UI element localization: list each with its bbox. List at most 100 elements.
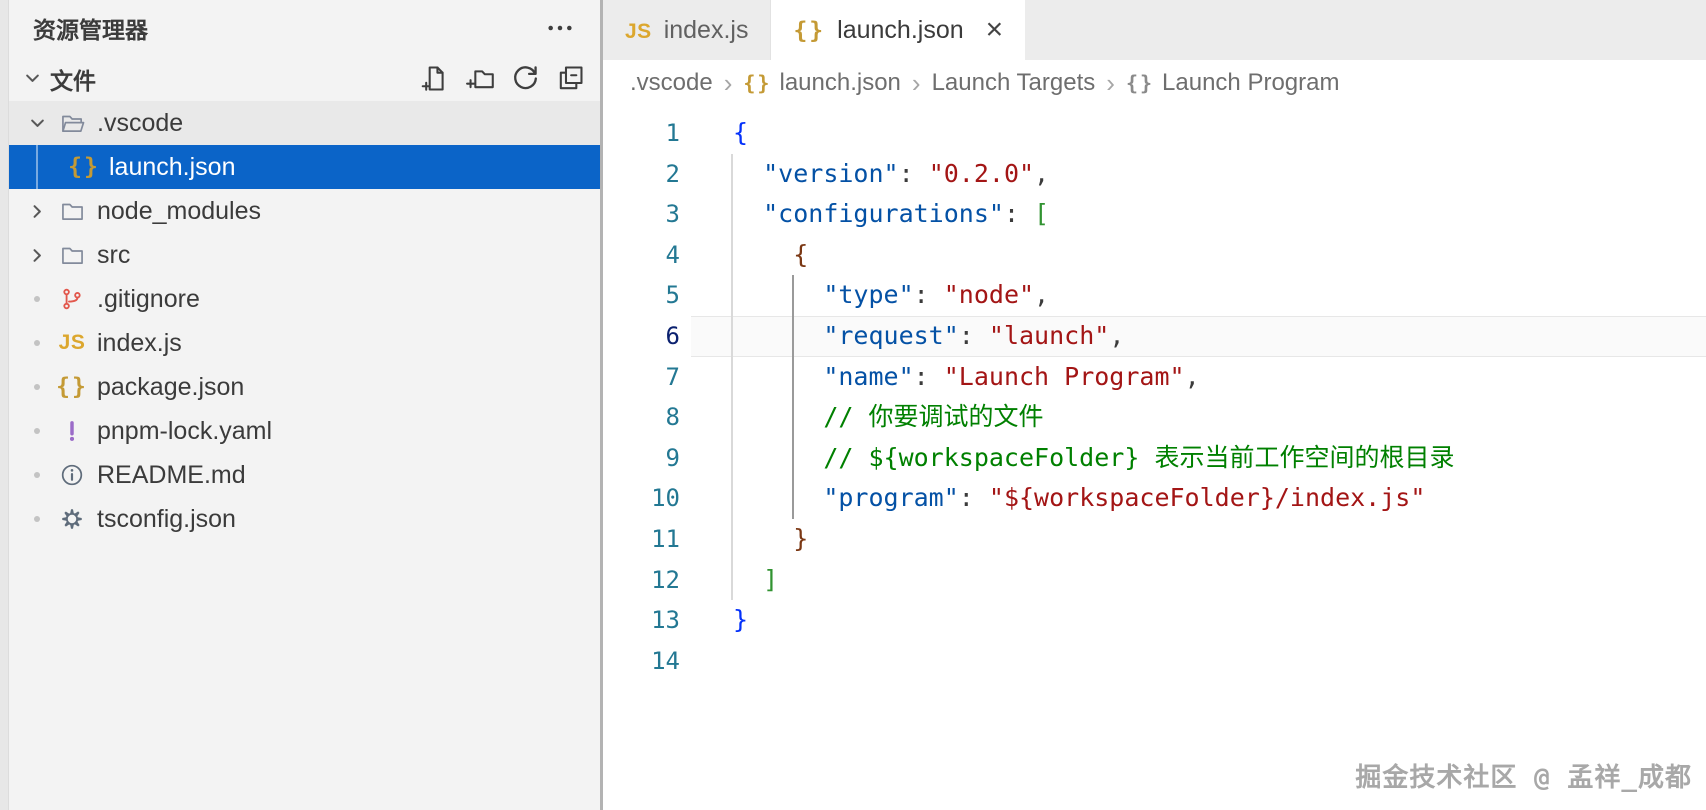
code-line-9[interactable]: // ${workspaceFolder} 表示当前工作空间的根目录 xyxy=(733,438,1454,479)
file-dot xyxy=(21,296,53,302)
vscode-window: 资源管理器 文件 .vscode {} launch.json node_module… xyxy=(0,0,1706,810)
tree-item-src[interactable]: src xyxy=(9,233,600,277)
json-braces-icon: {} xyxy=(793,17,826,44)
code-line-14[interactable] xyxy=(733,641,1454,682)
tree-item-label: .gitignore xyxy=(97,284,200,313)
breadcrumb-separator: › xyxy=(723,67,733,98)
code-line-11[interactable]: } xyxy=(733,519,1454,560)
breadcrumb-separator: › xyxy=(1106,67,1115,98)
code-editor[interactable]: 1 2 3 4 5 6 7 8 9 10 11 12 13 14 { "version": "0.2.0"… xyxy=(603,106,1706,810)
tab-launch-json[interactable]: {} launch.json × xyxy=(771,0,1026,60)
line-number[interactable]: 5 xyxy=(603,275,683,316)
explorer-sidebar: 资源管理器 文件 .vscode {} launch.json node_module… xyxy=(9,0,603,810)
code-line-3[interactable]: "configurations": [ xyxy=(733,194,1454,235)
tree-item-label: tsconfig.json xyxy=(97,504,236,533)
breadcrumb-item-launch-json[interactable]: {} launch.json xyxy=(743,69,901,97)
panel-edge xyxy=(0,0,9,810)
tab-label: launch.json xyxy=(837,15,964,44)
code-line-10[interactable]: "program": "${workspaceFolder}/index.js" xyxy=(733,478,1454,519)
new-folder-icon[interactable] xyxy=(465,63,496,94)
code-line-2[interactable]: "version": "0.2.0", xyxy=(733,154,1454,195)
breadcrumb-item-launch-program[interactable]: {} Launch Program xyxy=(1126,69,1340,97)
json-braces-icon: {} xyxy=(68,154,100,180)
tree-item-package-json[interactable]: {} package.json xyxy=(9,365,600,409)
breadcrumb-label: .vscode xyxy=(630,69,713,96)
breadcrumb-item--vscode[interactable]: .vscode xyxy=(630,69,713,97)
code-line-12[interactable]: ] xyxy=(733,560,1454,601)
files-section-label: 文件 xyxy=(50,67,96,94)
code-content: { "version": "0.2.0", "configurations": … xyxy=(733,113,1454,681)
line-number[interactable]: 11 xyxy=(603,519,683,560)
breadcrumb-separator: › xyxy=(911,67,921,98)
sidebar-title: 资源管理器 xyxy=(33,17,148,43)
line-number[interactable]: 1 xyxy=(603,113,683,154)
chevron-down-icon xyxy=(23,69,42,88)
git-branch-icon xyxy=(53,286,91,312)
tree-item-readme-md[interactable]: README.md xyxy=(9,453,600,497)
tab-index-js[interactable]: JS index.js xyxy=(603,0,772,60)
sidebar-header: 资源管理器 xyxy=(9,0,600,56)
json-braces-icon: {} xyxy=(743,71,772,95)
code-line-5[interactable]: "type": "node", xyxy=(733,275,1454,316)
code-line-6[interactable]: "request": "launch", xyxy=(733,316,1454,357)
tree-item-index-js[interactable]: JS index.js xyxy=(9,321,600,365)
tree-item-pnpm-lock-yaml[interactable]: pnpm-lock.yaml xyxy=(9,409,600,453)
file-dot xyxy=(21,472,53,478)
more-actions-button[interactable] xyxy=(544,12,576,44)
tree-item-label: package.json xyxy=(97,372,245,401)
line-number[interactable]: 12 xyxy=(603,560,683,601)
collapse-all-icon[interactable] xyxy=(555,63,586,94)
breadcrumb-item-launch-targets[interactable]: Launch Targets xyxy=(932,69,1096,97)
line-number[interactable]: 8 xyxy=(603,397,683,438)
breadcrumb-label: Launch Targets xyxy=(931,69,1096,96)
line-number[interactable]: 10 xyxy=(603,478,683,519)
file-dot xyxy=(21,340,53,346)
gear-icon xyxy=(53,506,91,532)
watermark: 掘金技术社区 @ 孟祥_成都 xyxy=(1355,763,1692,793)
breadcrumb-label: Launch Program xyxy=(1162,69,1340,96)
file-dot xyxy=(21,516,53,522)
editor-group: JS index.js{} launch.json × .vscode ›{} launc… xyxy=(603,0,1706,810)
section-actions xyxy=(420,63,586,94)
info-icon xyxy=(53,462,91,488)
line-number[interactable]: 3 xyxy=(603,194,683,235)
code-line-13[interactable]: } xyxy=(733,600,1454,641)
exclamation-icon xyxy=(53,418,91,444)
line-number[interactable]: 13 xyxy=(603,600,683,641)
new-file-icon[interactable] xyxy=(420,63,451,94)
line-number[interactable]: 14 xyxy=(603,641,683,682)
tree-item-label: src xyxy=(97,240,131,269)
tree-item-node-modules[interactable]: node_modules xyxy=(9,189,600,233)
folder-icon xyxy=(53,198,91,225)
code-line-8[interactable]: // 你要调试的文件 xyxy=(733,397,1454,438)
close-icon[interactable]: × xyxy=(986,15,1004,45)
tree-item-tsconfig-json[interactable]: tsconfig.json xyxy=(9,497,600,541)
folder-icon xyxy=(53,242,91,269)
line-number[interactable]: 4 xyxy=(603,235,683,276)
tree-item-label: index.js xyxy=(97,328,182,357)
tree-item-launch-json[interactable]: {} launch.json xyxy=(9,145,600,189)
code-line-4[interactable]: { xyxy=(733,235,1454,276)
tree-item--gitignore[interactable]: .gitignore xyxy=(9,277,600,321)
tree-item-label: .vscode xyxy=(97,108,184,137)
code-line-7[interactable]: "name": "Launch Program", xyxy=(733,357,1454,398)
line-number[interactable]: 9 xyxy=(603,438,683,479)
js-icon: JS xyxy=(625,19,652,43)
tree-item-label: pnpm-lock.yaml xyxy=(97,416,273,445)
chevron-right-icon xyxy=(21,246,53,265)
chevron-right-icon xyxy=(21,202,53,221)
files-section-header[interactable]: 文件 xyxy=(9,56,600,101)
tree-item-label: node_modules xyxy=(97,196,262,225)
refresh-icon[interactable] xyxy=(510,63,541,94)
line-number-gutter: 1 2 3 4 5 6 7 8 9 10 11 12 13 14 xyxy=(603,113,683,681)
tree-item--vscode[interactable]: .vscode xyxy=(9,101,600,145)
file-dot xyxy=(21,384,53,390)
line-number[interactable]: 2 xyxy=(603,154,683,195)
tab-bar: JS index.js {} launch.json × xyxy=(603,0,1706,60)
code-line-1[interactable]: { xyxy=(733,113,1454,154)
tab-label: index.js xyxy=(663,15,749,44)
file-tree: .vscode {} launch.json node_modulessrc .giti… xyxy=(9,101,600,541)
tree-item-label: launch.json xyxy=(109,152,236,181)
line-number[interactable]: 7 xyxy=(603,357,683,398)
line-number[interactable]: 6 xyxy=(603,316,683,357)
